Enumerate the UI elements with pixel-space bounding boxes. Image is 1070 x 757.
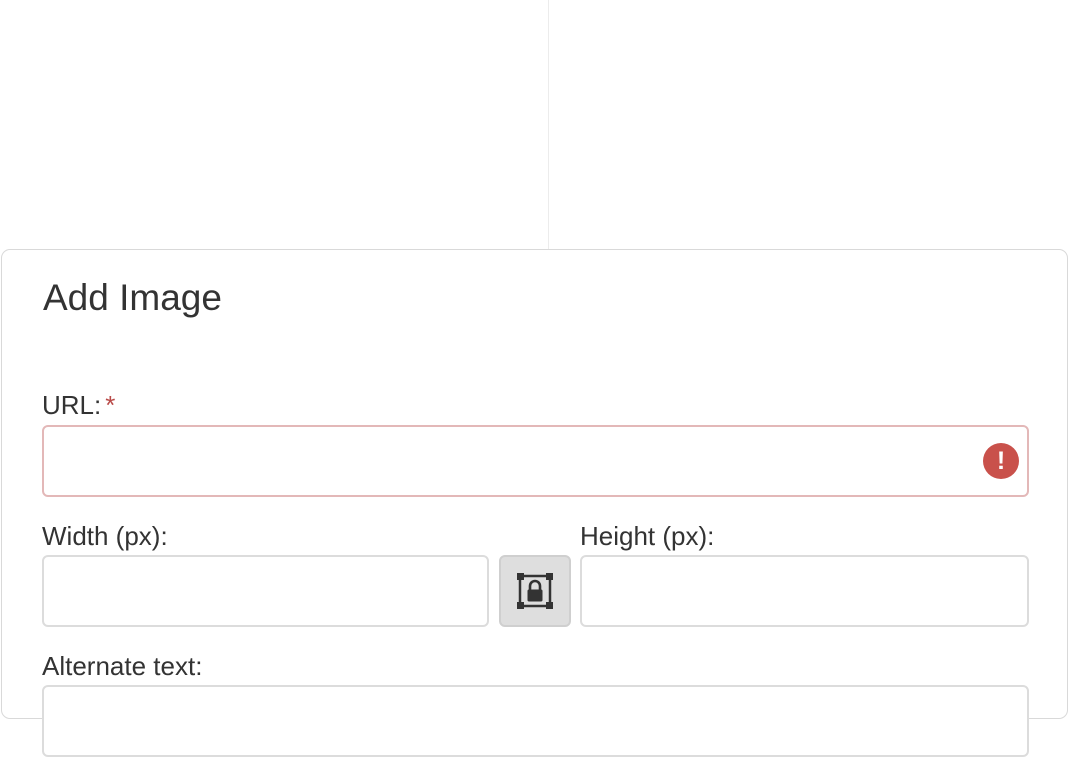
dialog-title: Add Image (43, 277, 222, 318)
url-label-group: URL: * (42, 390, 115, 420)
background-divider (548, 0, 549, 250)
height-label: Height (px): (580, 521, 715, 551)
add-image-dialog: Add Image URL: * ! Width (px): Height (px… (1, 249, 1068, 757)
url-input[interactable] (42, 425, 1029, 497)
required-mark: * (105, 390, 116, 420)
alt-text-input[interactable] (42, 685, 1029, 757)
height-input[interactable] (580, 555, 1029, 627)
lock-aspect-ratio-icon (517, 573, 553, 609)
width-label: Width (px): (42, 521, 168, 551)
alt-text-label: Alternate text: (42, 651, 203, 681)
lock-aspect-ratio-button[interactable] (499, 555, 571, 627)
url-label: URL: (42, 390, 102, 420)
width-input[interactable] (42, 555, 489, 627)
exclamation-circle-icon: ! (983, 443, 1019, 479)
